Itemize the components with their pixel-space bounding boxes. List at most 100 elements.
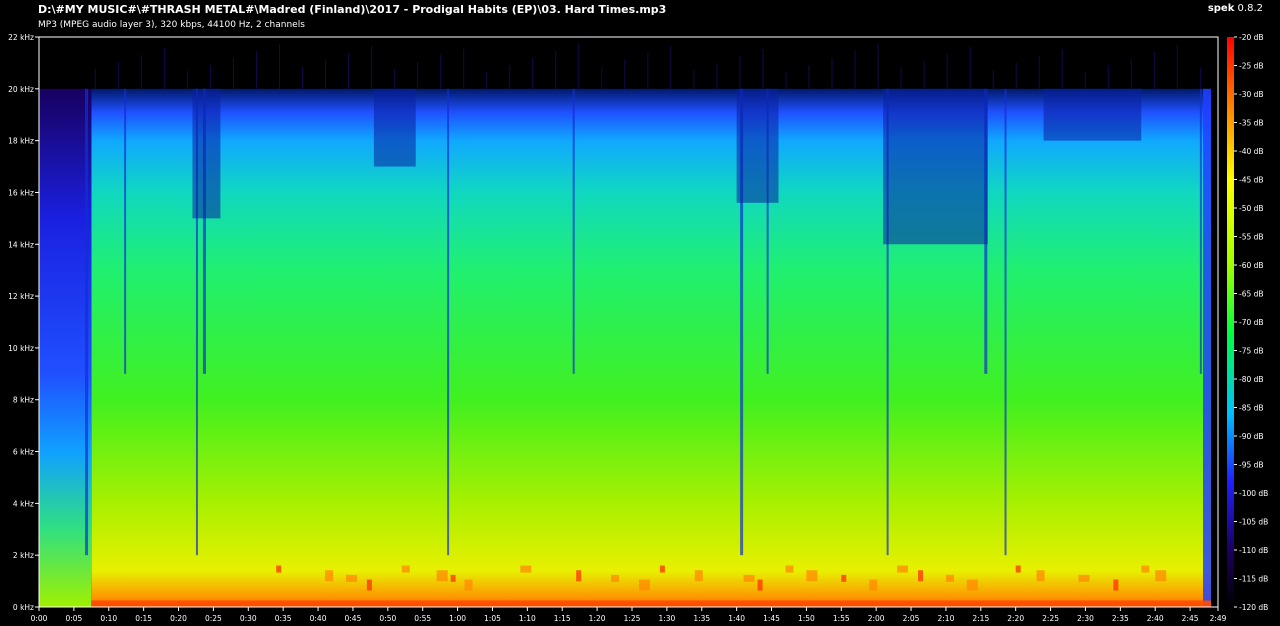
color-scale-label: -80 dB (1239, 375, 1264, 384)
spectral-spike (1038, 56, 1040, 89)
spectral-spike (94, 69, 96, 89)
spectral-spike (532, 58, 534, 89)
energy-blob (1141, 565, 1150, 573)
energy-blob (659, 565, 665, 573)
spectrogram-body (91, 88, 1212, 608)
color-scale-label: -105 dB (1239, 518, 1268, 527)
energy-blob (1015, 565, 1021, 573)
energy-blob (450, 574, 456, 582)
spectral-spike (278, 44, 280, 89)
spectral-spike (1061, 49, 1063, 89)
spectral-spike (1153, 52, 1155, 89)
spectral-spike (1107, 65, 1109, 89)
spectral-spike (140, 55, 142, 89)
y-tick-label: 8 kHz (13, 396, 34, 405)
x-tick-label: 2:20 (1007, 614, 1024, 623)
spectrogram-dark-band (883, 88, 988, 245)
spectrogram-streak (124, 88, 127, 374)
energy-blob (785, 565, 794, 573)
x-tick-label: 0:45 (345, 614, 362, 623)
color-scale-label: -95 dB (1239, 461, 1264, 470)
spectrogram-dark-band (1043, 88, 1142, 141)
color-scale-label: -115 dB (1239, 575, 1268, 584)
spectral-spike (877, 44, 879, 89)
energy-blob (694, 570, 703, 582)
color-scale-label: -30 dB (1239, 90, 1264, 99)
x-tick-label: 2:45 (1182, 614, 1199, 623)
color-scale-label: -60 dB (1239, 261, 1264, 270)
energy-blob (897, 565, 909, 573)
spectral-spike (992, 70, 994, 89)
energy-blob (366, 579, 372, 591)
energy-blob (576, 570, 582, 582)
spectral-spike (1084, 72, 1086, 89)
color-scale-label: -35 dB (1239, 119, 1264, 128)
x-tick-label: 1:45 (763, 614, 780, 623)
x-tick-label: 0:50 (379, 614, 396, 623)
spectral-spike (209, 65, 211, 89)
energy-blob (1078, 574, 1090, 582)
spectral-spike (808, 65, 810, 89)
spectral-spike (325, 60, 327, 89)
x-tick-label: 0:20 (170, 614, 187, 623)
spectral-spike (186, 71, 188, 89)
x-tick-label: 1:00 (449, 614, 466, 623)
spectrogram-streak (85, 88, 89, 556)
x-tick-label: 2:25 (1042, 614, 1059, 623)
spectral-spike (969, 47, 971, 89)
energy-blob (966, 579, 978, 591)
x-tick-label: 1:50 (798, 614, 815, 623)
spectrogram-outro (1203, 88, 1212, 608)
spectral-spike (739, 56, 741, 89)
x-tick-label: 2:00 (868, 614, 885, 623)
x-tick-label: 1:05 (484, 614, 501, 623)
color-scale-label: -55 dB (1239, 233, 1264, 242)
x-tick-label: 0:00 (31, 614, 48, 623)
color-scale-label: -50 dB (1239, 204, 1264, 213)
energy-blob (345, 574, 357, 582)
y-tick-label: 16 kHz (8, 188, 34, 197)
color-scale-label: -120 dB (1239, 603, 1268, 612)
color-scale-label: -90 dB (1239, 432, 1264, 441)
spectrogram-intro (39, 88, 92, 608)
spectral-spike (509, 65, 511, 89)
energy-blob (611, 574, 620, 582)
energy-blob (1155, 570, 1167, 582)
spectral-spike (900, 67, 902, 89)
color-scale-label: -65 dB (1239, 290, 1264, 299)
energy-blob (638, 579, 650, 591)
spectrogram-dark-band (373, 88, 416, 167)
x-tick-label: 2:15 (972, 614, 989, 623)
x-tick-label: 1:35 (693, 614, 710, 623)
color-scale-label: -40 dB (1239, 147, 1264, 156)
energy-blob (325, 570, 334, 582)
y-tick-label: 4 kHz (13, 499, 34, 508)
spectral-spike (647, 53, 649, 89)
spectral-spike (670, 46, 672, 89)
energy-blob (464, 579, 473, 591)
y-tick-label: 14 kHz (8, 240, 34, 249)
x-tick-label: 0:15 (135, 614, 152, 623)
color-scale-label: -75 dB (1239, 347, 1264, 356)
y-tick-label: 6 kHz (13, 448, 34, 457)
x-tick-label: 0:10 (100, 614, 117, 623)
x-tick-label: 1:40 (728, 614, 745, 623)
spectral-spike (1130, 59, 1132, 89)
color-scale-label: -85 dB (1239, 404, 1264, 413)
spectral-spike (762, 49, 764, 89)
spectrogram-dark-band (192, 88, 221, 219)
color-scale-label: -100 dB (1239, 489, 1268, 498)
energy-blob (1036, 570, 1045, 582)
spectral-spike (417, 62, 419, 89)
energy-blob (276, 565, 282, 573)
spectrogram-streak (572, 88, 575, 374)
x-tick-label: 2:05 (903, 614, 920, 623)
spectral-spike (923, 61, 925, 89)
spectral-spike (348, 53, 350, 89)
energy-blob (436, 570, 448, 582)
color-scale-label: -20 dB (1239, 33, 1264, 42)
y-tick-label: 22 kHz (8, 33, 34, 42)
y-tick-label: 18 kHz (8, 137, 34, 146)
spectral-spike (624, 60, 626, 89)
spectral-spike (1176, 45, 1178, 89)
